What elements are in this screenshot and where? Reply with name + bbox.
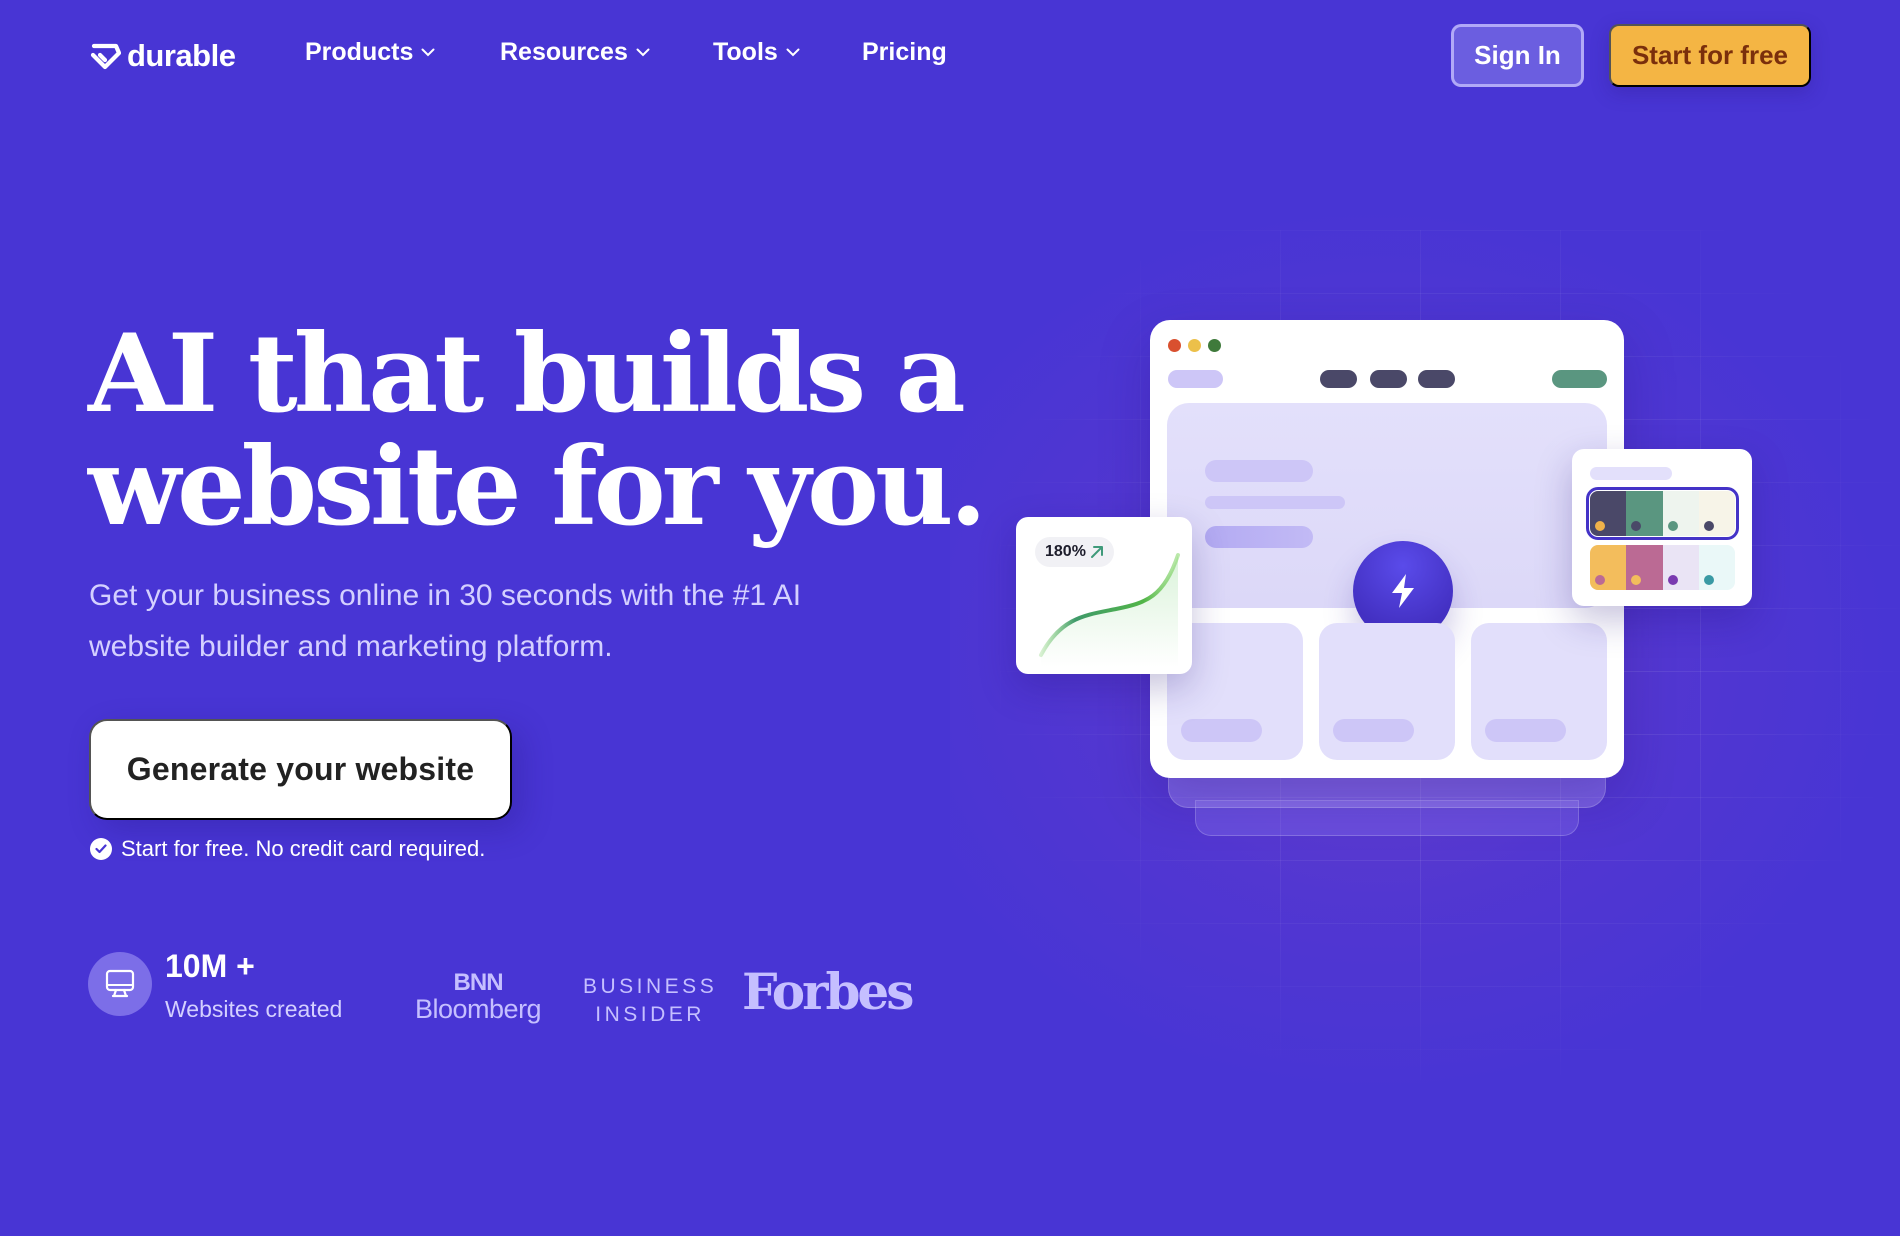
mock-cta-pill bbox=[1552, 370, 1607, 388]
nav-pricing[interactable]: Pricing bbox=[862, 38, 947, 67]
mock-card-label bbox=[1485, 719, 1566, 742]
chevron-down-icon bbox=[636, 48, 650, 57]
color-dot bbox=[1631, 521, 1642, 531]
diamond-logo-icon bbox=[90, 43, 121, 70]
color-dot bbox=[1595, 521, 1605, 531]
bloomberg-text: Bloomberg bbox=[415, 994, 542, 1024]
color-swatch bbox=[1590, 491, 1627, 536]
cta-note: Start for free. No credit card required. bbox=[90, 836, 485, 862]
mock-hero-section bbox=[1167, 403, 1607, 641]
website-preview-illustration bbox=[1150, 320, 1624, 778]
nav-pricing-label: Pricing bbox=[862, 38, 947, 66]
nav-products[interactable]: Products bbox=[305, 38, 435, 67]
check-circle-icon bbox=[90, 838, 112, 860]
mock-card-label bbox=[1333, 719, 1414, 742]
headline-line-1: AI that builds a bbox=[88, 311, 966, 437]
nav-tools[interactable]: Tools bbox=[713, 38, 800, 67]
color-dot bbox=[1667, 521, 1678, 531]
mock-card-label bbox=[1181, 719, 1262, 742]
mock-nav-pill bbox=[1320, 370, 1357, 388]
nav-resources-label: Resources bbox=[500, 38, 628, 66]
palette-option-selected[interactable] bbox=[1586, 487, 1739, 540]
color-dot bbox=[1595, 575, 1605, 585]
mock-text-line bbox=[1205, 496, 1345, 509]
start-for-free-button[interactable]: Start for free bbox=[1609, 24, 1811, 87]
chevron-down-icon bbox=[421, 48, 435, 57]
press-logo-forbes: Forbes bbox=[742, 962, 914, 1021]
chevron-down-icon bbox=[786, 48, 800, 57]
color-dot bbox=[1703, 575, 1714, 585]
brand-name: durable bbox=[127, 38, 236, 73]
mock-nav-pill bbox=[1418, 370, 1455, 388]
nav-products-label: Products bbox=[305, 38, 414, 66]
color-dot bbox=[1703, 521, 1714, 531]
press-logo-business-insider: BUSINESS INSIDER bbox=[583, 973, 717, 1029]
mock-nav-pill bbox=[1370, 370, 1407, 388]
color-dot bbox=[1631, 575, 1642, 585]
color-swatch bbox=[1698, 545, 1735, 590]
growth-badge: 180% bbox=[1035, 537, 1114, 567]
color-swatch bbox=[1698, 491, 1735, 536]
window-minimize-dot bbox=[1188, 339, 1201, 352]
arrow-up-right-icon bbox=[1090, 546, 1103, 558]
color-swatch bbox=[1590, 545, 1627, 590]
business-text: BUSINESS bbox=[583, 975, 718, 998]
color-swatch bbox=[1626, 491, 1663, 536]
color-swatch bbox=[1626, 545, 1663, 590]
top-navigation: durable Products Resources Tools Pricing… bbox=[0, 0, 1900, 110]
stat-websites-count: 10M + bbox=[165, 948, 255, 984]
sign-in-button[interactable]: Sign In bbox=[1451, 24, 1584, 87]
nav-resources[interactable]: Resources bbox=[500, 38, 650, 67]
palette-title-pill bbox=[1590, 467, 1672, 480]
monitor-icon bbox=[88, 952, 152, 1016]
window-maximize-dot bbox=[1208, 339, 1221, 352]
headline-line-2: website for you. bbox=[88, 424, 987, 550]
window-close-dot bbox=[1168, 339, 1181, 352]
nav-tools-label: Tools bbox=[713, 38, 778, 66]
cta-note-text: Start for free. No credit card required. bbox=[121, 836, 486, 861]
mock-card bbox=[1471, 623, 1607, 760]
brand-logo[interactable]: durable bbox=[89, 38, 236, 74]
color-swatch bbox=[1662, 491, 1699, 536]
mock-card bbox=[1319, 623, 1455, 760]
color-swatch bbox=[1662, 545, 1699, 590]
press-logo-bnn-bloomberg: BNN Bloomberg bbox=[415, 969, 542, 1024]
color-dot bbox=[1667, 575, 1678, 585]
mock-button-line bbox=[1205, 526, 1313, 548]
hero-subtitle: Get your business online in 30 seconds w… bbox=[89, 579, 802, 663]
mock-text-line bbox=[1205, 460, 1313, 482]
hero-headline: AI that builds a website for you. bbox=[88, 318, 988, 544]
growth-chart-card: 180% bbox=[1016, 517, 1192, 674]
growth-percentage: 180% bbox=[1045, 543, 1086, 560]
generate-website-button[interactable]: Generate your website bbox=[89, 719, 512, 820]
stat-websites-label: Websites created bbox=[165, 996, 343, 1022]
bnn-text: BNN bbox=[453, 969, 504, 996]
palette-option[interactable] bbox=[1590, 545, 1735, 590]
mock-logo-pill bbox=[1168, 370, 1223, 388]
insider-text: INSIDER bbox=[595, 1003, 705, 1026]
color-palette-card bbox=[1572, 449, 1752, 606]
